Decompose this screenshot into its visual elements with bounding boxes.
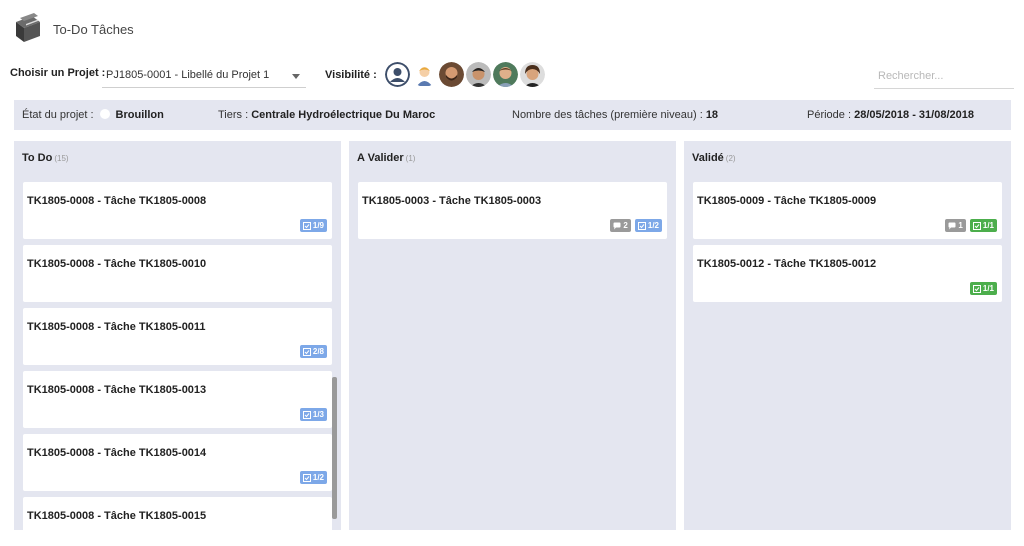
chevron-down-icon bbox=[292, 74, 300, 79]
column-count: (2) bbox=[725, 154, 736, 163]
checklist-progress: 1/3 bbox=[312, 410, 324, 419]
column-title: To Do bbox=[22, 152, 53, 164]
column-title: A Valider bbox=[357, 152, 404, 164]
user-avatar-smiling[interactable] bbox=[493, 62, 518, 87]
period-label: Période : bbox=[807, 109, 852, 121]
status-dot-icon bbox=[99, 109, 110, 119]
toolbar: Choisir un Projet : PJ1805-0001 - Libell… bbox=[0, 60, 1024, 96]
column-valide: Validé (2) TK1805-0009 - Tâche TK1805-000… bbox=[684, 141, 1011, 530]
checklist-progress: 1/1 bbox=[982, 284, 994, 293]
comment-count: 2 bbox=[623, 221, 628, 230]
task-card-title: TK1805-0012 - Tâche TK1805-0012 bbox=[697, 258, 877, 270]
task-card[interactable]: TK1805-0008 - Tâche TK1805-0011 2/8 bbox=[23, 308, 332, 365]
task-card-title: TK1805-0008 - Tâche TK1805-0008 bbox=[27, 195, 207, 207]
visibility-label: Visibilité : bbox=[325, 69, 377, 81]
checklist-badge: 1/1 bbox=[969, 282, 997, 295]
task-card-title: TK1805-0008 - Tâche TK1805-0010 bbox=[27, 258, 207, 270]
checklist-badge: 1/2 bbox=[634, 219, 662, 232]
task-card-badges: 1/3 bbox=[299, 408, 327, 421]
project-state: État du projet : Brouillon bbox=[22, 109, 164, 121]
checklist-badge: 2/8 bbox=[299, 345, 327, 358]
task-card-title: TK1805-0008 - Tâche TK1805-0013 bbox=[27, 384, 207, 396]
checkbox-icon bbox=[637, 221, 646, 230]
comment-count-badge: 2 bbox=[610, 219, 631, 232]
checklist-progress: 1/1 bbox=[982, 221, 994, 230]
task-card-badges: 2 1/2 bbox=[610, 219, 662, 232]
page-title: To-Do Tâches bbox=[53, 22, 134, 37]
checklist-badge: 1/2 bbox=[299, 471, 327, 484]
card-list: TK1805-0009 - Tâche TK1805-0009 1 1/1 TK180… bbox=[693, 182, 1002, 308]
project-info-bar: État du projet : Brouillon Tiers : Centra… bbox=[14, 100, 1011, 130]
search-input[interactable] bbox=[874, 63, 1014, 89]
task-card-title: TK1805-0008 - Tâche TK1805-0014 bbox=[27, 447, 207, 459]
project-state-value: Brouillon bbox=[115, 109, 164, 121]
task-card-title: TK1805-0008 - Tâche TK1805-0015 bbox=[27, 510, 207, 522]
checkbox-icon bbox=[972, 284, 981, 293]
project-state-label: État du projet : bbox=[22, 109, 94, 121]
default-user-avatar[interactable] bbox=[385, 62, 410, 87]
task-card-title: TK1805-0009 - Tâche TK1805-0009 bbox=[697, 195, 877, 207]
checklist-badge: 1/9 bbox=[299, 219, 327, 232]
checkbox-icon bbox=[302, 410, 311, 419]
task-card-badges: 1/1 bbox=[969, 282, 997, 295]
task-card-badges: 1/9 bbox=[299, 219, 327, 232]
column-scrollbar[interactable] bbox=[332, 377, 337, 519]
task-count-label: Nombre des tâches (première niveau) : bbox=[512, 109, 703, 121]
task-card[interactable]: TK1805-0008 - Tâche TK1805-0013 1/3 bbox=[23, 371, 332, 428]
tiers-value: Centrale Hydroélectrique Du Maroc bbox=[251, 109, 436, 121]
task-card-title: TK1805-0008 - Tâche TK1805-0011 bbox=[27, 321, 206, 333]
comment-count: 1 bbox=[958, 221, 963, 230]
column-count: (15) bbox=[54, 154, 69, 163]
checklist-progress: 1/9 bbox=[312, 221, 324, 230]
comment-icon bbox=[613, 222, 621, 230]
project-tiers: Tiers : Centrale Hydroélectrique Du Maro… bbox=[218, 109, 435, 121]
project-period: Période : 28/05/2018 - 31/08/2018 bbox=[807, 109, 974, 121]
task-card[interactable]: TK1805-0009 - Tâche TK1805-0009 1 1/1 bbox=[693, 182, 1002, 239]
task-card[interactable]: TK1805-0008 - Tâche TK1805-0010 bbox=[23, 245, 332, 302]
checkbox-icon bbox=[972, 221, 981, 230]
column-title: Validé bbox=[692, 152, 724, 164]
user-avatar-curly[interactable] bbox=[520, 62, 545, 87]
checklist-progress: 1/2 bbox=[312, 473, 324, 482]
column-header: To Do (15) bbox=[22, 152, 69, 164]
period-value: 28/05/2018 - 31/08/2018 bbox=[854, 109, 974, 121]
checkbox-icon bbox=[302, 347, 311, 356]
column-header: A Valider (1) bbox=[357, 152, 415, 164]
task-count-value: 18 bbox=[705, 109, 719, 121]
column-todo: To Do (15) TK1805-0008 - Tâche TK1805-000… bbox=[14, 141, 341, 530]
task-card[interactable]: TK1805-0012 - Tâche TK1805-0012 1/1 bbox=[693, 245, 1002, 302]
comment-icon bbox=[948, 222, 956, 230]
user-avatar-blond[interactable] bbox=[412, 62, 437, 87]
task-card-badges: 1 1/1 bbox=[945, 219, 997, 232]
checklist-progress: 2/8 bbox=[312, 347, 324, 356]
checkbox-icon bbox=[302, 473, 311, 482]
task-card[interactable]: TK1805-0008 - Tâche TK1805-0008 1/9 bbox=[23, 182, 332, 239]
checklist-badge: 1/1 bbox=[969, 219, 997, 232]
column-header: Validé (2) bbox=[692, 152, 736, 164]
task-card[interactable]: TK1805-0008 - Tâche TK1805-0015 bbox=[23, 497, 332, 530]
task-card[interactable]: TK1805-0003 - Tâche TK1805-0003 2 1/2 bbox=[358, 182, 667, 239]
project-label: Choisir un Projet : bbox=[10, 67, 106, 79]
task-card-badges: 1/2 bbox=[299, 471, 327, 484]
task-card-title: TK1805-0003 - Tâche TK1805-0003 bbox=[362, 195, 542, 207]
project-task-count: Nombre des tâches (première niveau) : 18 bbox=[512, 109, 718, 121]
card-list: TK1805-0008 - Tâche TK1805-0008 1/9 TK1805… bbox=[23, 182, 332, 530]
column-a-valider: A Valider (1) TK1805-0003 - Tâche TK1805-… bbox=[349, 141, 676, 530]
comment-count-badge: 1 bbox=[945, 219, 966, 232]
task-card-badges: 2/8 bbox=[299, 345, 327, 358]
checklist-progress: 1/2 bbox=[647, 221, 659, 230]
checkbox-icon bbox=[302, 221, 311, 230]
card-list: TK1805-0003 - Tâche TK1805-0003 2 1/2 bbox=[358, 182, 667, 245]
user-avatar-dark-hair[interactable] bbox=[466, 62, 491, 87]
task-card[interactable]: TK1805-0008 - Tâche TK1805-0014 1/2 bbox=[23, 434, 332, 491]
column-count: (1) bbox=[405, 154, 416, 163]
user-avatar-beard[interactable] bbox=[439, 62, 464, 87]
folder-stack-icon bbox=[12, 10, 46, 44]
header: To-Do Tâches bbox=[0, 0, 1024, 60]
visibility-avatars bbox=[385, 62, 545, 88]
checklist-badge: 1/3 bbox=[299, 408, 327, 421]
tiers-label: Tiers : bbox=[218, 109, 249, 121]
project-select[interactable]: PJ1805-0001 - Libellé du Projet 1 bbox=[102, 64, 306, 88]
project-select-value: PJ1805-0001 - Libellé du Projet 1 bbox=[106, 69, 270, 81]
